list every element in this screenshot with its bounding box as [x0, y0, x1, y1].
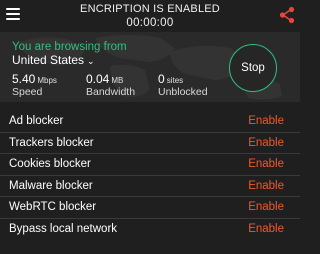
browsing-label: You are browsing from — [12, 41, 127, 53]
chevron-down-icon: ⌄ — [87, 56, 95, 66]
bandwidth-value: 0.04 — [86, 72, 110, 86]
connection-timer: 00:00:00 — [126, 17, 174, 29]
top-bar: ENCRIPTION IS ENABLED 00:00:00 — [0, 0, 300, 32]
bandwidth-label: Bandwidth — [86, 86, 136, 98]
unblocked-label: Unblocked — [158, 86, 208, 98]
bandwidth-unit: MB — [111, 76, 124, 85]
speed-unit: Mbps — [37, 76, 57, 85]
enable-button[interactable]: Enable — [248, 201, 284, 213]
bandwidth-stat: 0.04 MB Bandwidth — [86, 72, 135, 98]
country-selector[interactable]: United States ⌄ — [12, 53, 95, 67]
unblocked-value: 0 — [158, 72, 165, 86]
feature-row-webrtc-blocker: WebRTC blocker Enable — [0, 197, 300, 219]
enable-button[interactable]: Enable — [248, 158, 284, 170]
share-icon[interactable] — [278, 6, 296, 24]
enable-button[interactable]: Enable — [248, 137, 284, 149]
enable-button[interactable]: Enable — [248, 223, 284, 235]
unblocked-stat: 0 sites Unblocked — [158, 72, 208, 98]
feature-name: Bypass local network — [9, 222, 118, 235]
unblocked-unit: sites — [166, 76, 184, 85]
feature-name: Malware blocker — [9, 179, 93, 192]
enable-button[interactable]: Enable — [248, 115, 284, 127]
feature-name: Trackers blocker — [9, 136, 94, 149]
feature-name: Cookies blocker — [9, 158, 91, 170]
stop-button[interactable]: Stop — [229, 44, 277, 92]
feature-row-ad-blocker: Ad blocker Enable — [0, 111, 300, 133]
feature-row-malware-blocker: Malware blocker Enable — [0, 175, 300, 197]
speed-stat: 5.40 Mbps Speed — [12, 72, 57, 98]
country-name: United States — [12, 53, 85, 67]
feature-row-cookies-blocker: Cookies blocker Enable — [0, 154, 300, 176]
enable-button[interactable]: Enable — [248, 180, 284, 192]
feature-name: Ad blocker — [9, 115, 64, 127]
encryption-status: ENCRIPTION IS ENABLED — [80, 3, 220, 15]
feature-list: Ad blocker Enable Trackers blocker Enabl… — [0, 111, 300, 240]
feature-row-bypass-local-network: Bypass local network Enable — [0, 218, 300, 240]
connection-panel: You are browsing from United States ⌄ 5.4… — [0, 32, 300, 102]
speed-value: 5.40 — [12, 72, 36, 86]
feature-row-trackers-blocker: Trackers blocker Enable — [0, 132, 300, 154]
speed-label: Speed — [12, 86, 43, 98]
feature-name: WebRTC blocker — [9, 201, 97, 213]
